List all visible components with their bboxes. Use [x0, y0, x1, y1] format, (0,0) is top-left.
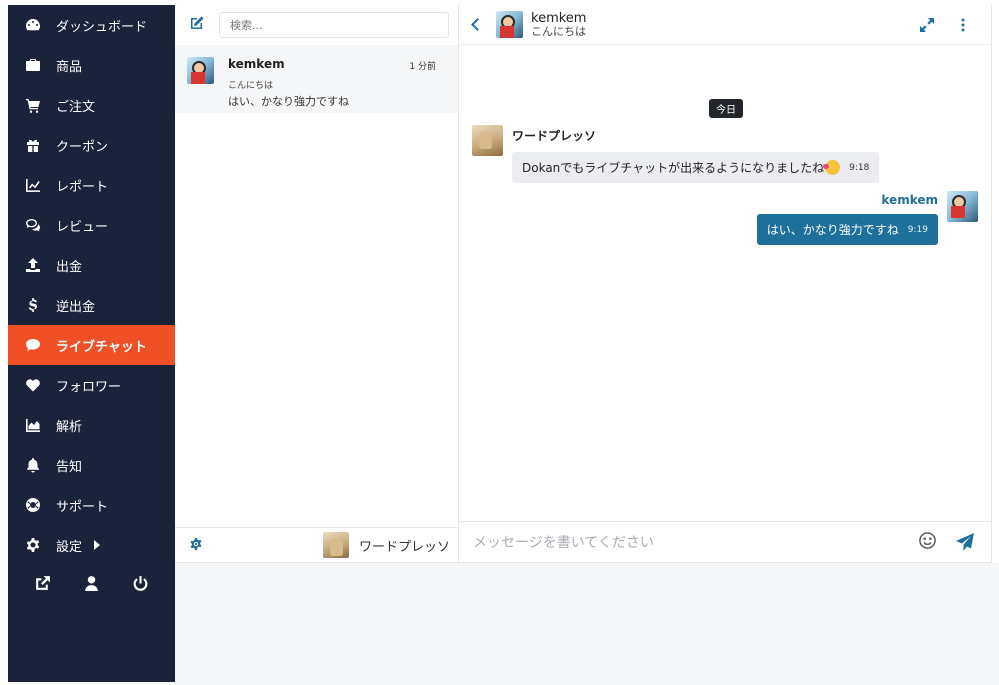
current-user[interactable]: ワードプレッソ — [322, 532, 450, 558]
send-icon[interactable] — [955, 532, 975, 552]
briefcase-icon — [24, 56, 42, 74]
sidebar-item-orders[interactable]: ご注文 — [8, 85, 175, 125]
sidebar-item-label: サポート — [56, 499, 109, 515]
dollar-icon — [24, 296, 42, 314]
message-outgoing: kemkem はい、かなり強力ですね 9:19 — [756, 191, 978, 245]
sidebar-item-label: ダッシュボード — [56, 19, 148, 35]
sidebar-item-withdraw[interactable]: 出金 — [8, 245, 175, 285]
upload-icon — [24, 256, 42, 274]
chart-line-icon — [24, 176, 42, 194]
heart-icon — [24, 376, 42, 394]
avatar — [322, 532, 349, 558]
expand-icon[interactable] — [919, 17, 935, 33]
message-sender: ワードプレッソ — [512, 129, 597, 143]
avatar — [947, 191, 978, 222]
message-bubble: Dokanでもライブチャットが出来るようになりましたね 9:18 — [512, 152, 880, 183]
sidebar-item-label: クーポン — [56, 139, 109, 155]
conversation-toolbar — [175, 5, 458, 45]
chat-partner-status: こんにちは — [531, 24, 586, 38]
chat-partner-name: kemkem — [531, 10, 587, 26]
conversation-time: 1 分前 — [409, 62, 436, 72]
message-sender: kemkem — [881, 193, 938, 207]
sidebar-item-reverse-withdraw[interactable]: 逆出金 — [8, 285, 175, 325]
gear-icon — [24, 536, 42, 554]
message-bubble: はい、かなり強力ですね 9:19 — [756, 214, 938, 245]
sidebar-item-live-chat[interactable]: ライブチャット — [8, 325, 185, 365]
chat-bubble-icon — [24, 336, 42, 354]
conversation-subtitle: こんにちは — [228, 81, 274, 91]
page-background-area — [175, 563, 999, 685]
compose-icon[interactable] — [189, 15, 205, 35]
dashboard-sidebar: ダッシュボード 商品 ご注文 クーポン レポート レビュー 出金 逆出金 ライブ… — [8, 5, 185, 682]
sidebar-item-label: フォロワー — [56, 379, 122, 395]
message-composer: メッセージを書いてください — [459, 521, 991, 562]
sidebar-item-label: ライブチャット — [56, 339, 147, 355]
day-separator: 今日 — [709, 99, 743, 118]
sidebar-item-label: 商品 — [56, 59, 83, 75]
message-incoming: ワードプレッソ Dokanでもライブチャットが出来るようになりましたね 9:18 — [472, 125, 880, 183]
conversation-list-footer: ワードプレッソ — [175, 527, 458, 562]
sidebar-item-settings[interactable]: 設定 — [8, 525, 175, 565]
sidebar-item-analytics[interactable]: 解析 — [8, 405, 175, 445]
avatar — [496, 11, 523, 38]
avatar — [472, 125, 503, 156]
conversation-search-input[interactable] — [219, 12, 449, 38]
more-options-icon[interactable] — [955, 17, 971, 33]
user-icon[interactable] — [83, 575, 100, 596]
message-text: はい、かなり強力ですね — [766, 223, 899, 237]
sidebar-item-label: 出金 — [56, 259, 83, 275]
sidebar-item-support[interactable]: サポート — [8, 485, 175, 525]
message-text: Dokanでもライブチャットが出来るようになりましたね — [522, 161, 825, 175]
sidebar-footer — [8, 565, 175, 605]
sidebar-item-label: 告知 — [56, 459, 83, 475]
message-time: 9:19 — [907, 224, 928, 235]
sidebar-item-label: 設定 — [56, 539, 83, 555]
sidebar-item-label: レポート — [56, 179, 109, 195]
sidebar-item-label: レビュー — [56, 219, 109, 235]
cart-icon — [24, 96, 42, 114]
message-time: 9:18 — [849, 162, 870, 173]
emoji-picker-icon[interactable] — [918, 531, 937, 554]
external-link-icon[interactable] — [34, 575, 51, 596]
sidebar-item-label: 逆出金 — [56, 299, 96, 315]
conversation-last-message: はい、かなり強力ですね — [228, 95, 349, 108]
conversation-item[interactable]: kemkem こんにちは はい、かなり強力ですね 1 分前 — [175, 45, 458, 113]
sidebar-item-label: ご注文 — [56, 99, 96, 115]
lifebuoy-icon — [24, 496, 42, 514]
caret-right-icon — [94, 540, 101, 550]
sidebar-item-reviews[interactable]: レビュー — [8, 205, 175, 245]
sidebar-item-reports[interactable]: レポート — [8, 165, 175, 205]
area-chart-icon — [24, 416, 42, 434]
gift-icon — [24, 136, 42, 154]
conversation-list-panel: kemkem こんにちは はい、かなり強力ですね 1 分前 ワードプレッソ — [175, 5, 459, 563]
power-icon[interactable] — [132, 575, 149, 596]
sidebar-item-dashboard[interactable]: ダッシュボード — [8, 5, 175, 45]
sidebar-item-coupons[interactable]: クーポン — [8, 125, 175, 165]
chat-header: kemkem こんにちは — [459, 5, 991, 45]
bell-icon — [24, 456, 42, 474]
sidebar-item-followers[interactable]: フォロワー — [8, 365, 175, 405]
sidebar-item-announcements[interactable]: 告知 — [8, 445, 175, 485]
back-chevron-icon[interactable] — [471, 18, 484, 31]
smiling-face-with-hearts-icon — [823, 160, 841, 175]
sidebar-item-products[interactable]: 商品 — [8, 45, 175, 85]
avatar — [187, 57, 214, 84]
current-user-name: ワードプレッソ — [358, 539, 450, 555]
dashboard-icon — [24, 16, 42, 34]
sidebar-item-label: 解析 — [56, 419, 83, 435]
chat-window: kemkem こんにちは 今日 ワードプレッソ Dokanでもライブチャットが出… — [459, 5, 992, 563]
chat-settings-icon[interactable] — [189, 536, 203, 555]
comments-icon — [24, 216, 42, 234]
message-input[interactable]: メッセージを書いてください — [473, 532, 918, 552]
